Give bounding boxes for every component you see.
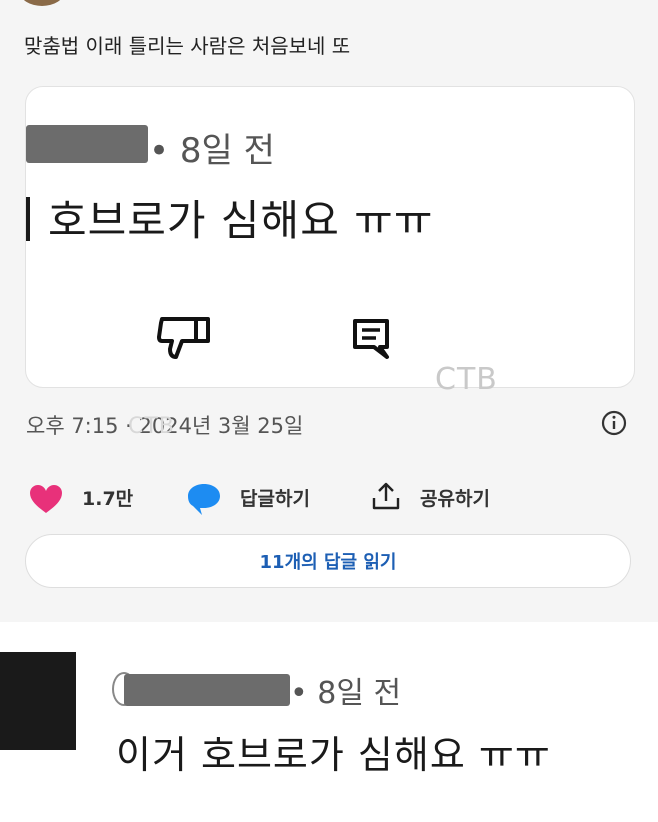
info-icon[interactable] xyxy=(601,410,627,440)
dislike-icon[interactable] xyxy=(156,315,212,365)
watermark: CTB xyxy=(128,414,175,439)
read-replies-button[interactable]: 11개의 답글 읽기 xyxy=(25,534,631,588)
heart-icon[interactable] xyxy=(28,483,64,519)
redacted-username xyxy=(124,674,290,706)
reply-button[interactable]: 답글하기 xyxy=(240,484,310,511)
comment-meta: • 8일 전 xyxy=(290,676,402,711)
like-count: 1.7만 xyxy=(82,488,134,510)
avatar[interactable] xyxy=(20,0,64,6)
text-cursor-mark xyxy=(26,197,30,241)
reply-icon[interactable] xyxy=(350,317,394,365)
redacted-username xyxy=(26,125,148,163)
embed-comment-meta: • 8일 전 xyxy=(149,131,275,171)
embed-comment-text: 호브로가 심해요 ㅠㅠ xyxy=(48,196,434,245)
share-icon[interactable] xyxy=(370,480,402,516)
tweet-panel: 맞춤법 이래 틀리는 사람은 처음보네 또 • 8일 전 호브로가 심해요 ㅠㅠ… xyxy=(0,0,658,622)
comment-text: 이거 호브로가 심해요 ㅠㅠ xyxy=(116,733,551,777)
share-button[interactable]: 공유하기 xyxy=(420,484,490,511)
avatar[interactable] xyxy=(0,652,76,750)
post-caption: 맞춤법 이래 틀리는 사람은 처음보네 또 xyxy=(24,34,351,58)
comment-bubble-icon[interactable] xyxy=(186,482,222,520)
watermark: CTB xyxy=(435,362,498,397)
embedded-comment-card[interactable]: • 8일 전 호브로가 심해요 ㅠㅠ xyxy=(25,86,635,388)
